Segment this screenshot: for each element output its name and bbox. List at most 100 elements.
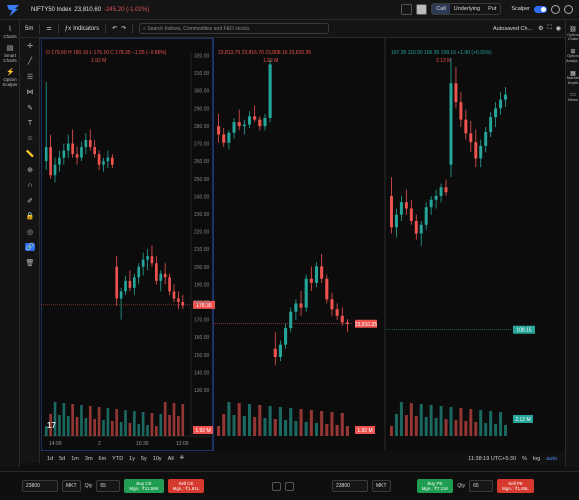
close-circle-icon[interactable]: [564, 4, 573, 14]
dhan-logo: [7, 4, 19, 16]
candle-body: [222, 134, 226, 143]
seg-call[interactable]: Call: [432, 4, 450, 14]
crosshair-icon[interactable]: ✛: [20, 38, 40, 54]
volume-bar: [424, 417, 428, 436]
eye-icon[interactable]: ◎: [20, 224, 40, 240]
range-10y[interactable]: 10y: [153, 456, 162, 462]
candle-body: [258, 119, 262, 127]
swap-icon[interactable]: [272, 481, 281, 491]
range-5y[interactable]: 5y: [141, 456, 147, 462]
ce-qty-input[interactable]: 65: [96, 480, 121, 492]
layout-split-icon[interactable]: [416, 3, 428, 15]
percent-toggle[interactable]: %: [522, 456, 527, 462]
undo-icon[interactable]: ↶: [112, 25, 117, 32]
emoji-icon[interactable]: ☺: [20, 131, 40, 147]
range-ytd[interactable]: YTD: [112, 456, 123, 462]
nav-market-depth[interactable]: ▦ Market Depth: [566, 71, 579, 86]
index-name[interactable]: NIFTY50 Index: [31, 7, 71, 13]
volume-bar: [263, 418, 267, 436]
range-1d[interactable]: 1d: [47, 456, 53, 462]
redo-icon[interactable]: ↷: [121, 25, 126, 32]
camera-icon[interactable]: ◉: [556, 25, 561, 32]
nav-option-scalper[interactable]: ⚡ Option Scalper: [0, 69, 20, 87]
link-icon[interactable]: 🔗: [20, 240, 40, 256]
nav-smart-charts[interactable]: ▤ Smart Charts: [0, 45, 20, 63]
pattern-icon[interactable]: ⋈: [20, 85, 40, 101]
autosave-layout[interactable]: Autosaved Ch...: [493, 26, 532, 32]
buy-ce-button[interactable]: Buy CE Mgn.: ₹11.59K: [124, 479, 164, 493]
settings-icon[interactable]: [551, 4, 560, 14]
settings-gear-icon[interactable]: ⚙: [538, 25, 543, 32]
candle-body: [278, 344, 282, 358]
range-1m[interactable]: 1m: [71, 456, 79, 462]
range-1y[interactable]: 1y: [129, 456, 135, 462]
chart-volume-label-1: 1.92 M: [263, 58, 278, 64]
ruler-icon[interactable]: 📏: [20, 147, 40, 163]
layout-single-icon[interactable]: [401, 3, 413, 15]
scalper-toggle[interactable]: [534, 5, 547, 13]
seg-put[interactable]: Put: [484, 4, 500, 14]
brush-icon[interactable]: ✎: [20, 100, 40, 116]
candle-body: [110, 157, 114, 165]
chart-toolbar: 5m ⚌ ƒx Indicators ↶ ↷ ⌕ Search Indices, …: [20, 20, 565, 38]
range-6m[interactable]: 6m: [99, 456, 107, 462]
volume-tag-label-0: 1.92 M: [195, 428, 210, 434]
indicators-button[interactable]: ƒx Indicators: [65, 26, 99, 32]
range-all[interactable]: All: [168, 456, 174, 462]
volume-tag-label-2: 2.12 M: [515, 417, 530, 423]
chart-type-icon[interactable]: ⚌: [46, 25, 51, 32]
range-3m[interactable]: 3m: [85, 456, 93, 462]
exit-all-icon[interactable]: [285, 481, 294, 491]
auto-toggle[interactable]: auto: [546, 456, 557, 462]
nav-option-analytics[interactable]: ⊞Option Analyt...: [566, 49, 579, 64]
lock-draw-icon[interactable]: ✐: [20, 193, 40, 209]
search-input[interactable]: ⌕ Search Indices, Commodities and F&O st…: [139, 23, 330, 34]
sell-ce-button[interactable]: Sell CE Mgn.: ₹1.61L: [167, 479, 205, 493]
ce-mkt-toggle[interactable]: MKT: [62, 480, 81, 492]
candle-body: [464, 119, 468, 134]
range-5d[interactable]: 5d: [59, 456, 65, 462]
pe-qty-input[interactable]: 65: [469, 480, 494, 492]
zoom-icon[interactable]: ⊕: [20, 162, 40, 178]
volume-bar: [247, 404, 252, 436]
volume-bar: [181, 404, 185, 436]
volume-bar: [474, 422, 478, 436]
nav-news[interactable]: ▭ News: [566, 93, 579, 102]
candle-body: [172, 291, 176, 299]
fib-icon[interactable]: ☰: [20, 69, 40, 85]
fullscreen-icon[interactable]: ⛶: [548, 25, 552, 32]
date-range-icon[interactable]: ⎈: [180, 455, 184, 462]
option-scalper-icon: ⚡: [6, 69, 15, 76]
option-view-toggle[interactable]: Call Underlying Put: [431, 3, 502, 15]
ce-strike-select[interactable]: 23800: [22, 480, 58, 492]
interval-selector[interactable]: 5m: [25, 26, 33, 32]
pe-mkt-toggle[interactable]: MKT: [372, 480, 391, 492]
volume-bar: [429, 405, 433, 436]
charts-svg[interactable]: O 179.60 H 180.10 L 176.10 C 178.35 −1.5…: [40, 37, 565, 452]
volume-bar: [88, 406, 92, 436]
volume-bar: [172, 403, 176, 436]
lock-icon[interactable]: 🔒: [20, 209, 40, 225]
candle-body: [424, 207, 428, 225]
candle-body: [289, 311, 293, 329]
volume-bar: [464, 421, 468, 436]
nav-charts[interactable]: ⌇ Charts: [0, 26, 20, 39]
nav-option-chain[interactable]: ⛓ Option Chain: [566, 27, 579, 42]
buy-pe-button[interactable]: Buy PE Mgn.: ₹7.11K: [416, 479, 454, 493]
candle-body: [137, 266, 141, 278]
volume-bar: [71, 404, 74, 436]
candle-body: [399, 202, 403, 215]
trend-line-icon[interactable]: ╱: [20, 54, 40, 70]
sell-pe-button[interactable]: Sell PE Mgn.: ₹1.65L: [497, 479, 534, 493]
log-toggle[interactable]: log: [533, 456, 540, 462]
range-bar: 1d 5d 1m 3m 6m YTD 1y 5y 10y All ⎈ 11:38…: [41, 452, 565, 465]
y-tick-label: 260.00: [194, 159, 210, 165]
text-icon[interactable]: T: [20, 116, 40, 132]
trash-icon[interactable]: 🗑: [20, 255, 40, 271]
x-tick-label: 2: [98, 441, 101, 447]
seg-underlying[interactable]: Underlying: [450, 4, 484, 14]
magnet-icon[interactable]: ∩: [20, 178, 40, 194]
charts-area: O 179.60 H 180.10 L 176.10 C 178.35 −1.5…: [40, 37, 565, 452]
candle-body: [75, 154, 79, 158]
pe-strike-select[interactable]: 23800: [332, 480, 368, 492]
